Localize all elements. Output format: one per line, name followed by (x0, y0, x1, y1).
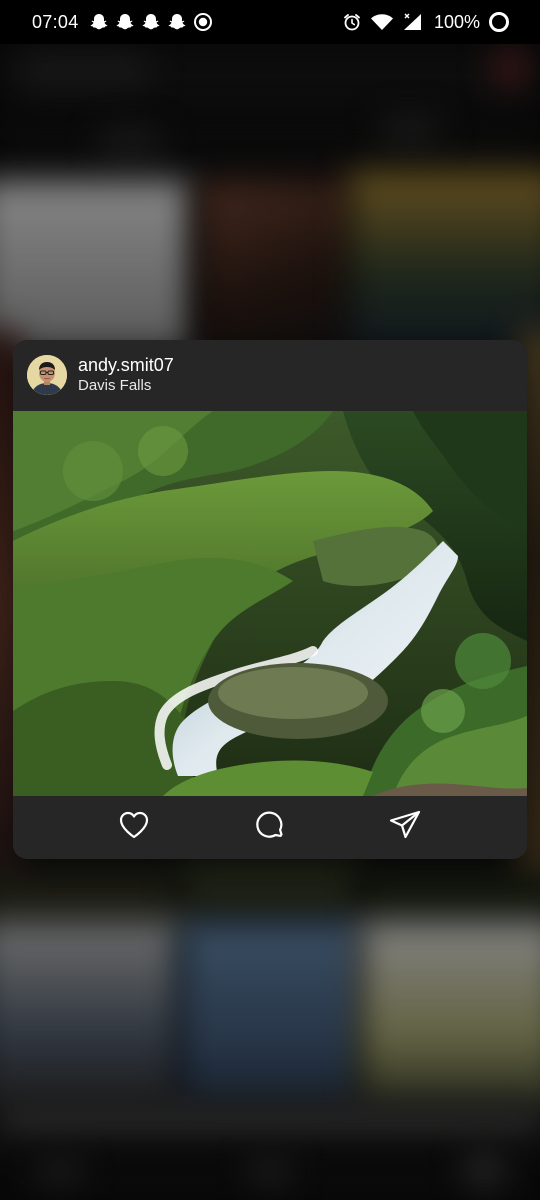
status-left: 07:04 (32, 12, 219, 33)
avatar[interactable] (27, 355, 67, 395)
post-preview-card[interactable]: andy.smit07 Davis Falls (13, 340, 527, 859)
status-time: 07:04 (32, 11, 79, 32)
post-actions (13, 796, 527, 859)
alarm-icon (342, 12, 362, 32)
snapchat-icon (167, 12, 187, 32)
signal-icon (402, 12, 424, 32)
user-info: andy.smit07 Davis Falls (78, 354, 174, 396)
post-photo[interactable] (13, 411, 527, 796)
comment-icon (253, 808, 287, 847)
post-header: andy.smit07 Davis Falls (13, 340, 527, 411)
snapchat-icon (141, 12, 161, 32)
status-bar: 07:04 100% (0, 0, 540, 44)
like-button[interactable] (116, 809, 152, 845)
waterfall-photo (13, 411, 527, 796)
comment-button[interactable] (252, 809, 288, 845)
send-icon (388, 808, 422, 847)
heart-icon (117, 808, 151, 847)
username[interactable]: andy.smit07 (78, 354, 174, 376)
status-right: 100% (334, 11, 510, 33)
screen: 07:04 100% andy.smit07 Davis Falls (0, 0, 540, 1200)
snapchat-icon (115, 12, 135, 32)
location[interactable]: Davis Falls (78, 376, 174, 396)
battery-percent: 100% (433, 11, 480, 32)
share-button[interactable] (387, 809, 423, 845)
record-icon (193, 12, 213, 32)
snapchat-icon (89, 12, 109, 32)
battery-icon (488, 11, 510, 33)
wifi-icon (370, 12, 394, 32)
